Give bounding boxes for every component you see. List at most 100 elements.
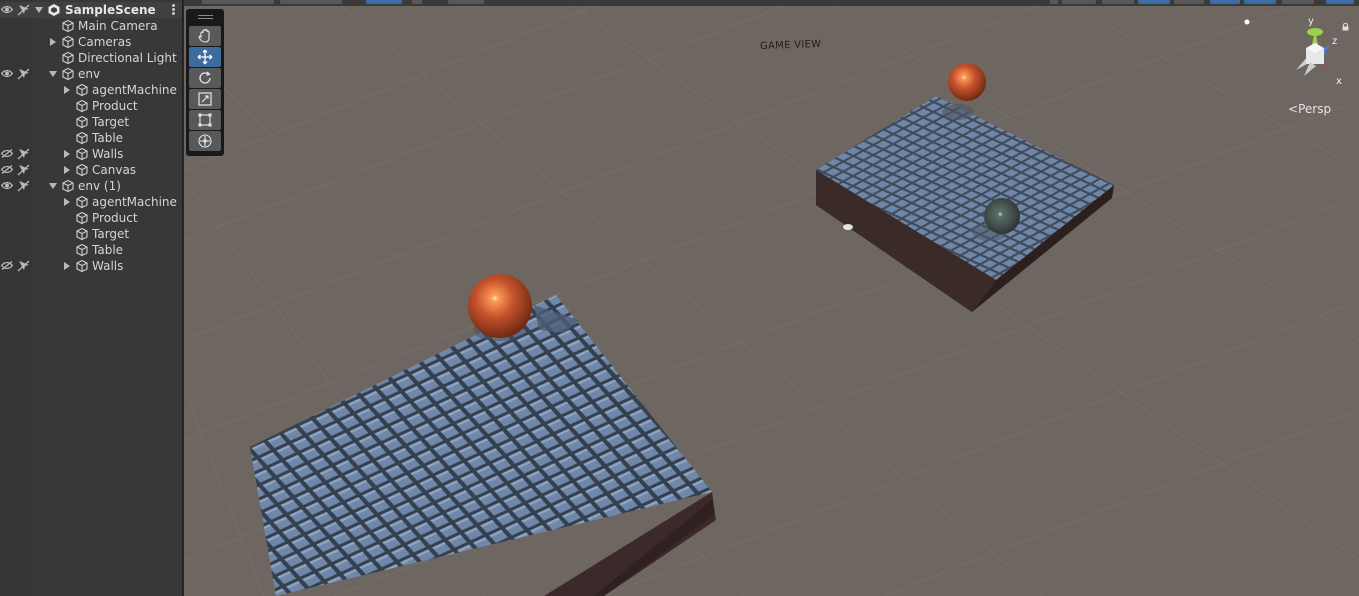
toolbar-button[interactable]: [1050, 0, 1058, 4]
pickable-icon[interactable]: [17, 148, 30, 160]
eye-icon[interactable]: [1, 181, 13, 190]
scale-tool-button[interactable]: [189, 89, 221, 109]
product-ball-near[interactable]: [468, 274, 532, 338]
table-far[interactable]: [816, 96, 1114, 312]
hierarchy-item-walls[interactable]: Walls: [0, 146, 182, 162]
pickable-icon[interactable]: [17, 180, 30, 192]
gameobject-cube-icon: [76, 195, 88, 209]
visibility-toggles[interactable]: [1, 147, 31, 161]
transform-icon: [198, 134, 212, 148]
target-ball-far[interactable]: [984, 198, 1020, 234]
visibility-toggles[interactable]: [1, 3, 31, 17]
pickable-icon[interactable]: [17, 260, 30, 272]
gameobject-cube-icon: [76, 131, 88, 145]
toolbar-button[interactable]: [366, 0, 402, 4]
gameobject-cube-icon: [62, 35, 74, 49]
hierarchy-item-agentmachine[interactable]: agentMachine: [0, 82, 182, 98]
visibility-toggles[interactable]: [1, 163, 31, 177]
gameobject-cube-icon: [76, 259, 88, 273]
light-gizmo-icon: [1244, 19, 1250, 25]
scene-viewport[interactable]: [184, 0, 1359, 596]
gameobject-cube-icon: [76, 115, 88, 129]
hierarchy-item-main-camera[interactable]: Main Camera: [0, 18, 182, 34]
toolbar-button[interactable]: [1326, 0, 1354, 4]
hierarchy-item-label: Target: [92, 227, 130, 241]
orientation-gizmo[interactable]: y z x: [1282, 16, 1348, 90]
rotate-tool-button[interactable]: [189, 68, 221, 88]
drag-handle[interactable]: [198, 15, 213, 19]
hierarchy-row-scene[interactable]: SampleScene: [0, 2, 182, 18]
chevron-down-icon[interactable]: [49, 71, 57, 77]
scene-view[interactable]: [184, 0, 1359, 596]
eye-hidden-icon[interactable]: [1, 165, 13, 174]
chevron-right-icon[interactable]: [50, 38, 56, 46]
eye-icon[interactable]: [1, 69, 13, 78]
unity-scene-icon: [48, 4, 60, 16]
ball-shadow: [942, 104, 974, 120]
hierarchy-item-target[interactable]: Target: [0, 114, 182, 130]
gameobject-cube-icon: [76, 243, 88, 257]
toolbar-button[interactable]: [1062, 0, 1096, 4]
hierarchy-item-env[interactable]: env: [0, 66, 182, 82]
hand-tool-button[interactable]: [189, 26, 221, 46]
chevron-right-icon[interactable]: [64, 150, 70, 158]
chevron-down-icon[interactable]: [49, 183, 57, 189]
toolbar-button[interactable]: [412, 0, 422, 4]
toolbar-button[interactable]: [1174, 0, 1204, 4]
hierarchy-item-target[interactable]: Target: [0, 226, 182, 242]
toolbar-button[interactable]: [1102, 0, 1134, 4]
hierarchy-item-label: Walls: [92, 147, 124, 161]
table-near[interactable]: [250, 295, 716, 596]
hierarchy-item-walls[interactable]: Walls: [0, 258, 182, 274]
more-options-icon[interactable]: [172, 4, 176, 16]
toolbar-button[interactable]: [202, 0, 274, 4]
eye-hidden-icon[interactable]: [1, 261, 13, 270]
eye-icon[interactable]: [1, 5, 13, 14]
pickable-icon[interactable]: [17, 68, 30, 80]
visibility-toggles[interactable]: [1, 67, 31, 81]
chevron-right-icon[interactable]: [64, 166, 70, 174]
hierarchy-item-table[interactable]: Table: [0, 130, 182, 146]
hierarchy-item-label: Product: [92, 99, 138, 113]
chevron-right-icon[interactable]: [64, 86, 70, 94]
product-ball-far[interactable]: [948, 63, 986, 101]
gameobject-cube-icon: [76, 99, 88, 113]
toolbar-button[interactable]: [448, 0, 484, 4]
visibility-toggles[interactable]: [1, 179, 31, 193]
projection-toggle[interactable]: <Persp: [1288, 102, 1331, 116]
hierarchy-item-directional-light[interactable]: Directional Light: [0, 50, 182, 66]
hierarchy-item-table[interactable]: Table: [0, 242, 182, 258]
hierarchy-item-canvas[interactable]: Canvas: [0, 162, 182, 178]
chevron-right-icon[interactable]: [64, 198, 70, 206]
hierarchy-item-label: Table: [92, 131, 124, 145]
eye-hidden-icon[interactable]: [1, 149, 13, 158]
projection-label: Persp: [1298, 102, 1332, 116]
rect-tool-button[interactable]: [189, 110, 221, 130]
pickable-icon[interactable]: [17, 4, 30, 16]
lock-icon[interactable]: [1342, 23, 1349, 31]
pickable-icon[interactable]: [17, 164, 30, 176]
hierarchy-panel: SampleScene Main Camera Cameras Directio…: [0, 0, 183, 596]
toolbar-button[interactable]: [1244, 0, 1276, 4]
move-tool-button[interactable]: [189, 47, 221, 67]
chevron-down-icon[interactable]: [35, 7, 43, 13]
chevron-right-icon[interactable]: [64, 262, 70, 270]
hierarchy-item-label: env: [78, 67, 101, 81]
tools-overlay: [186, 9, 224, 156]
game-view-label: GAME VIEW: [759, 38, 822, 53]
hierarchy-item-cameras[interactable]: Cameras: [0, 34, 182, 50]
gameobject-cube-icon: [76, 83, 88, 97]
hierarchy-item-agentmachine[interactable]: agentMachine: [0, 194, 182, 210]
toolbar-button[interactable]: [1138, 0, 1170, 4]
hierarchy-item-env-1[interactable]: env (1): [0, 178, 182, 194]
hierarchy-item-product[interactable]: Product: [0, 210, 182, 226]
scene-name: SampleScene: [65, 3, 156, 17]
hierarchy-item-product[interactable]: Product: [0, 98, 182, 114]
toolbar-button[interactable]: [1282, 0, 1314, 4]
transform-tool-button[interactable]: [189, 131, 221, 151]
toolbar-button[interactable]: [280, 0, 342, 4]
gameobject-cube-icon: [62, 179, 74, 193]
visibility-toggles[interactable]: [1, 259, 31, 273]
gameobject-cube-icon: [76, 227, 88, 241]
toolbar-button[interactable]: [1210, 0, 1240, 4]
